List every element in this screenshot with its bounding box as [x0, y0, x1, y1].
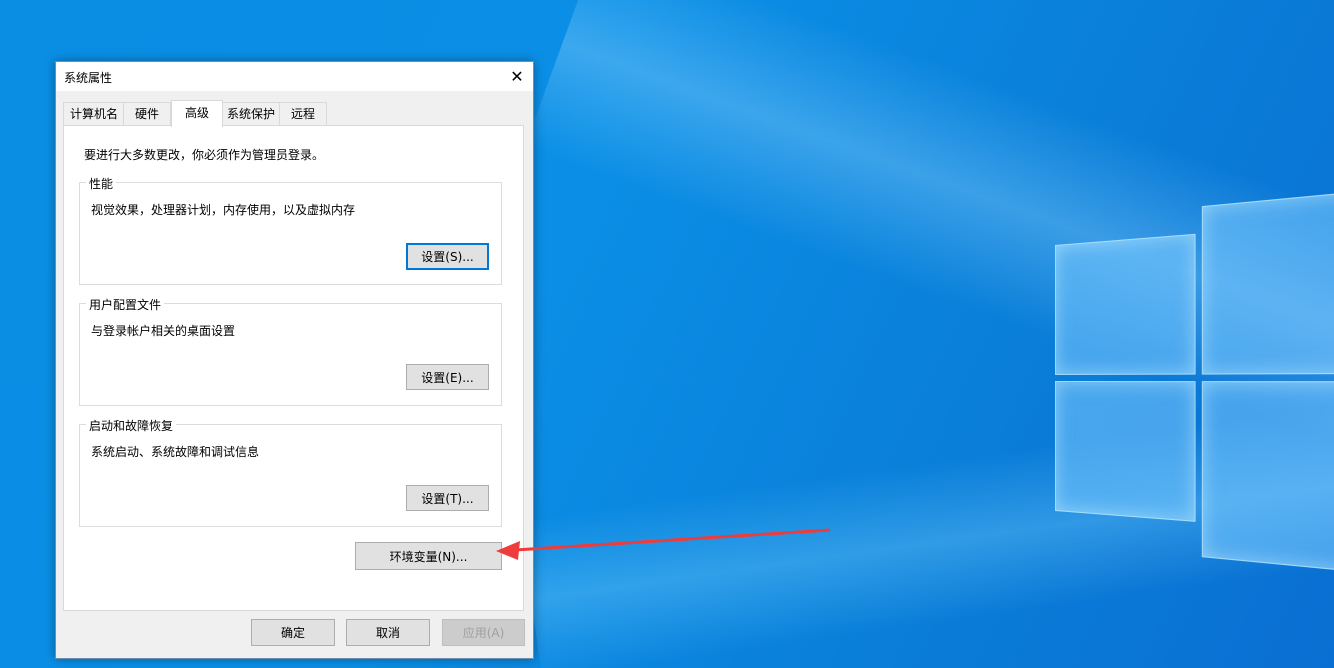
tab-advanced[interactable]: 高级 — [171, 100, 223, 127]
arrow-shaft — [514, 528, 831, 552]
arrow-head — [496, 541, 520, 560]
